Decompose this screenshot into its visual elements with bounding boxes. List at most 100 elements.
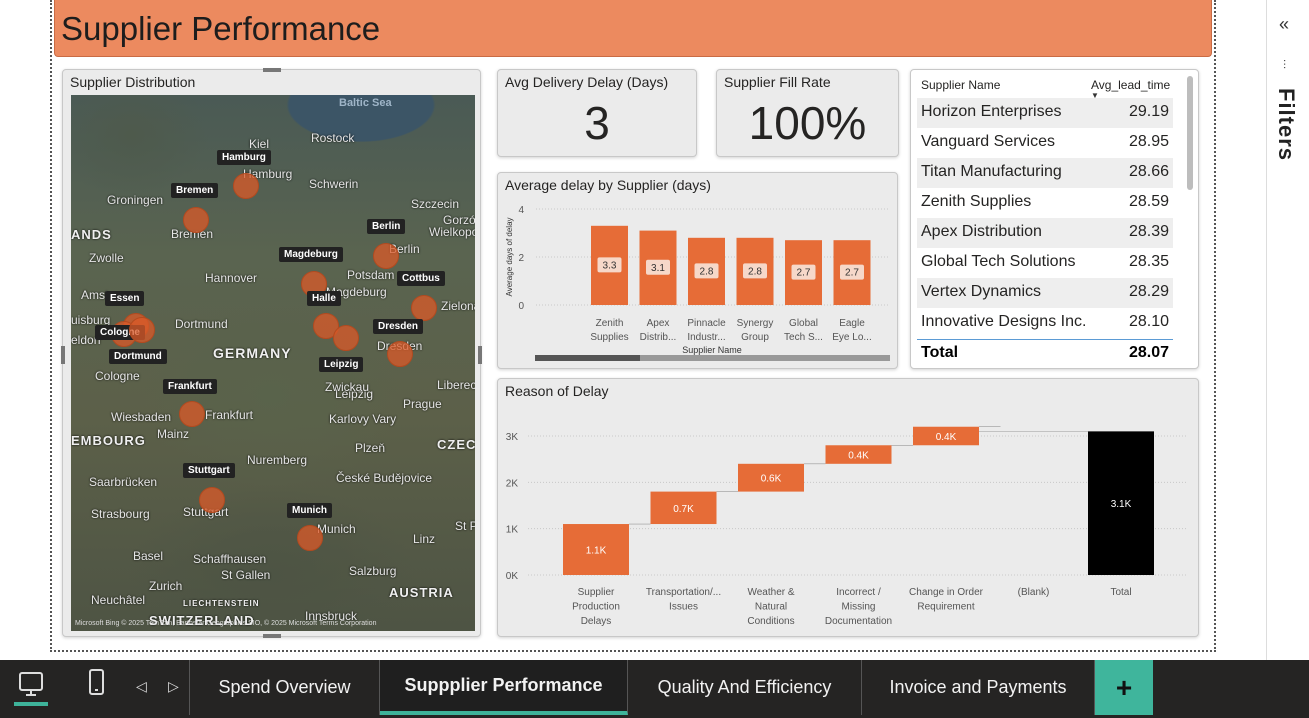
resize-handle-left[interactable]: [61, 346, 65, 364]
map-location-bubble[interactable]: [411, 295, 437, 321]
x-tick-label: Delays: [581, 616, 612, 627]
supplier-map-visual[interactable]: Supplier Distribution Baltic Sea Kiel Ros…: [61, 68, 482, 638]
resize-handle-top[interactable]: [263, 68, 281, 72]
table-row[interactable]: Vertex Dynamics 28.29: [917, 278, 1173, 308]
map-location-bubble[interactable]: [179, 401, 205, 427]
map-marker-label: Leipzig: [319, 357, 364, 372]
table-row[interactable]: Horizon Enterprises 29.19: [917, 98, 1173, 128]
x-tick-label: Supplies: [590, 332, 628, 343]
map-marker-label: Stuttgart: [183, 463, 235, 478]
y-tick-label: 2: [518, 253, 524, 264]
map-place-label: Karlovy Vary: [329, 412, 397, 426]
supplier-lead-time-table[interactable]: Supplier Name Avg_lead_time ▼ Horizon En…: [910, 69, 1199, 369]
double-chevron-left-icon[interactable]: «: [1279, 14, 1289, 35]
table-row[interactable]: Zenith Supplies 28.59: [917, 188, 1173, 218]
tab-spend-overview[interactable]: Spend Overview: [189, 660, 380, 715]
map-place-label: Liberec: [437, 378, 475, 392]
map-place-label: Mainz: [157, 427, 190, 441]
map-location-bubble[interactable]: [373, 243, 399, 269]
map-location-bubble[interactable]: [199, 487, 225, 513]
map-place-label: Hannover: [205, 271, 258, 285]
map-country-label: GERMANY: [213, 345, 292, 361]
supplier-name-cell: Innovative Designs Inc.: [921, 313, 1087, 330]
tab-invoice-and-payments[interactable]: Invoice and Payments: [862, 660, 1095, 715]
add-page-button[interactable]: +: [1095, 660, 1153, 715]
map-canvas[interactable]: Baltic Sea Kiel Rostock Hamburg Schwerin Gro…: [71, 95, 475, 631]
x-tick-label: Distrib...: [640, 332, 677, 343]
map-location-bubble[interactable]: [387, 341, 413, 367]
table-scrollbar[interactable]: [1187, 76, 1193, 190]
supplier-fill-rate-card[interactable]: Supplier Fill Rate 100%: [716, 69, 899, 157]
avg-delivery-delay-card[interactable]: Avg Delivery Delay (Days) 3: [497, 69, 697, 157]
data-label: 3.1: [651, 263, 665, 274]
page-title: Supplier Performance: [61, 10, 381, 47]
map-title: Supplier Distribution: [70, 74, 196, 90]
map-sea-label: Baltic Sea: [339, 97, 392, 109]
lead-time-cell: 28.35: [1128, 253, 1169, 270]
table-row[interactable]: Titan Manufacturing 28.66: [917, 158, 1173, 188]
x-tick-label: Global: [789, 318, 818, 329]
data-label: 1.1K: [586, 546, 607, 557]
tab-quality-and-efficiency[interactable]: Quality And Efficiency: [628, 660, 862, 715]
x-tick-label: Missing: [842, 602, 876, 613]
map-location-bubble[interactable]: [333, 325, 359, 351]
map-location-bubble[interactable]: [183, 207, 209, 233]
y-tick-label: 1K: [506, 525, 519, 536]
filters-pane[interactable]: « ⫶ Filters: [1266, 0, 1309, 660]
filters-label[interactable]: Filters: [1273, 88, 1299, 161]
supplier-name-cell: Apex Distribution: [921, 223, 1042, 240]
table-row[interactable]: Innovative Designs Inc. 28.10: [917, 308, 1173, 338]
table-row[interactable]: Vanguard Services 28.95: [917, 128, 1173, 158]
map-region-label: ANDS: [71, 227, 112, 242]
waterfall-chart-svg: 0K 1K 2K 3K 1.1K Supplier Production Delays 0.7K…: [506, 426, 1188, 627]
horizontal-scrollbar-thumb[interactable]: [535, 355, 640, 361]
x-tick-label: Industr...: [687, 332, 725, 343]
data-label: 2.7: [845, 268, 859, 279]
map-place-label: Groningen: [107, 193, 164, 207]
map-marker-label: Bremen: [171, 183, 219, 198]
map-location-bubble[interactable]: [233, 173, 259, 199]
x-tick-label: Issues: [669, 602, 698, 613]
map-place-label: Potsdam: [347, 268, 395, 282]
map-location-bubble[interactable]: [129, 317, 155, 343]
map-place-label: Wiesbaden: [111, 410, 172, 424]
column-header-avg-lead-time[interactable]: Avg_lead_time: [1091, 78, 1170, 92]
page-tab-bar: ◁ ▷ Spend Overview Suppplier Performance…: [0, 660, 1309, 718]
x-tick-label: Incorrect /: [836, 587, 881, 598]
map-credit: Microsoft Bing © 2025 TomTom, Earthstar …: [75, 620, 377, 627]
total-value: 28.07: [1128, 344, 1169, 361]
y-tick-label: 3K: [506, 432, 519, 443]
desktop-layout-button[interactable]: [14, 668, 48, 708]
kpi-value: 100%: [748, 97, 867, 149]
map-place-label: Schwerin: [309, 177, 359, 191]
tab-supplier-performance[interactable]: Suppplier Performance: [380, 660, 628, 715]
column-header-supplier-name[interactable]: Supplier Name: [921, 78, 1000, 92]
avg-delay-by-supplier-chart[interactable]: Average delay by Supplier (days) 0 2 4 Aver…: [497, 172, 898, 369]
mobile-layout-button[interactable]: [88, 668, 106, 703]
map-marker-label: Magdeburg: [279, 247, 343, 262]
data-label: 2.8: [700, 266, 714, 277]
data-label: 2.8: [748, 266, 762, 277]
resize-handle-right[interactable]: [478, 346, 482, 364]
map-place-label: Prague: [403, 397, 442, 411]
map-location-bubble[interactable]: [297, 525, 323, 551]
kpi-value: 3: [584, 97, 610, 149]
map-region-label: EMBOURG: [71, 433, 146, 448]
x-tick-label: Conditions: [747, 616, 794, 627]
map-marker-label: Dresden: [373, 319, 424, 334]
map-marker-label: Frankfurt: [163, 379, 217, 394]
resize-handle-bottom[interactable]: [263, 634, 281, 638]
map-marker-label: Berlin: [367, 219, 406, 234]
map-marker-label: Cottbus: [397, 271, 445, 286]
previous-page-chevron-icon[interactable]: ◁: [136, 678, 147, 695]
map-place-label: Kiel: [249, 137, 270, 151]
map-place-label: St P: [455, 519, 475, 533]
y-tick-label: 2K: [506, 478, 519, 489]
reason-of-delay-chart[interactable]: Reason of Delay 0K 1K 2K 3K 1.1K Supplier Prod…: [497, 378, 1199, 637]
y-tick-label: 0K: [506, 571, 519, 582]
table-row[interactable]: Global Tech Solutions 28.35: [917, 248, 1173, 278]
table-row[interactable]: Apex Distribution 28.39: [917, 218, 1173, 248]
map-region-label: LIECHTENSTEIN: [183, 599, 260, 608]
next-page-chevron-icon[interactable]: ▷: [168, 678, 179, 695]
phone-icon: [89, 669, 104, 695]
